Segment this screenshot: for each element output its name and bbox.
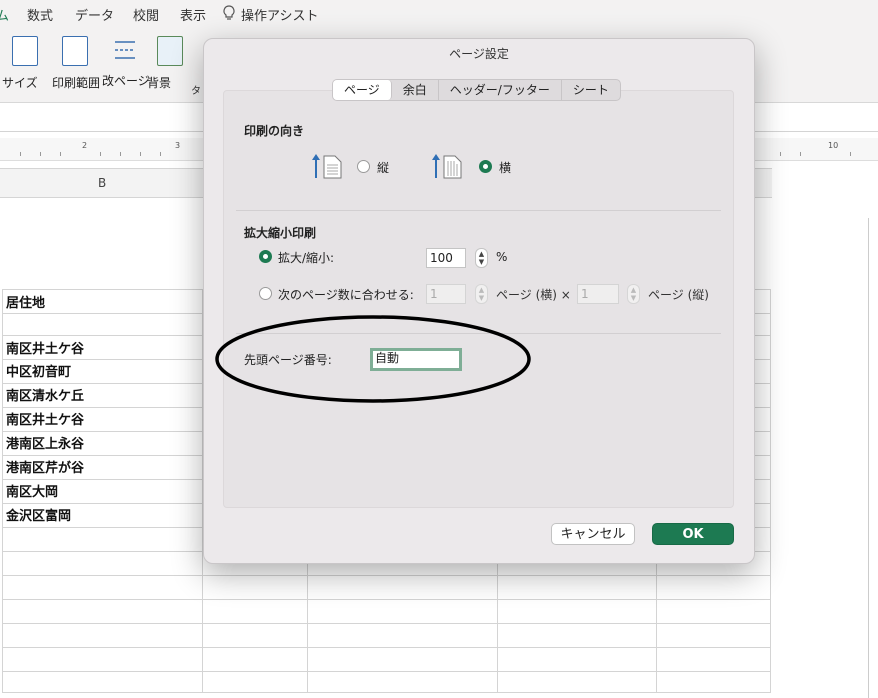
percent-label: %: [496, 250, 508, 264]
menu-item-assist[interactable]: 操作アシスト: [241, 5, 318, 24]
cell[interactable]: 南区井土ケ谷: [6, 409, 84, 428]
tab-sheet[interactable]: シート: [562, 80, 620, 100]
cancel-button[interactable]: キャンセル: [551, 523, 635, 545]
landscape-label: 横: [499, 161, 512, 175]
fit-to-label: 次のページ数に合わせる:: [278, 288, 414, 302]
fit-tall-input[interactable]: 1: [577, 284, 619, 304]
cell[interactable]: 南区井土ケ谷: [6, 338, 84, 357]
cell[interactable]: 港南区上永谷: [6, 433, 84, 452]
cell[interactable]: 南区清水ケ丘: [6, 385, 84, 404]
ribbon-partial-label: タ: [191, 86, 201, 97]
section-divider: [236, 210, 721, 211]
dialog-title: ページ設定: [449, 47, 509, 61]
zoom-label: 拡大/縮小:: [278, 251, 335, 265]
cell[interactable]: 居住地: [6, 292, 45, 311]
ruler-number: 2: [82, 141, 88, 150]
portrait-label: 縦: [377, 161, 390, 175]
lightbulb-icon: [222, 5, 236, 25]
background-image-icon: [157, 36, 183, 66]
tab-margins[interactable]: 余白: [392, 80, 439, 100]
fit-wide-input[interactable]: 1: [426, 284, 466, 304]
page-setup-dialog: ページ設定 印刷の向き 縦 横 拡大縮小印刷 拡大/縮小: 100 ▲ ▼ % …: [203, 38, 755, 564]
portrait-page-icon: [312, 153, 346, 183]
ok-button[interactable]: OK: [652, 523, 734, 545]
landscape-radio[interactable]: [479, 160, 492, 173]
cell[interactable]: 中区初音町: [6, 361, 71, 380]
ribbon-background-button[interactable]: 背景: [147, 36, 193, 90]
cell[interactable]: 金沢区富岡: [6, 505, 71, 524]
ruler-number: 3: [175, 141, 181, 150]
scaling-heading: 拡大縮小印刷: [244, 226, 317, 240]
ribbon-print-area-button[interactable]: 印刷範囲: [52, 36, 100, 90]
menu-item-formulas[interactable]: 数式: [27, 5, 53, 24]
page-size-icon: [12, 36, 38, 66]
cell[interactable]: 南区大岡: [6, 481, 58, 500]
page-break-icon: [113, 36, 137, 64]
cell[interactable]: 港南区芹が谷: [6, 457, 84, 476]
ribbon-size-button[interactable]: サイズ: [2, 36, 48, 90]
annotation-ellipse: [215, 315, 531, 403]
ribbon-page-break-button[interactable]: 改ページ: [102, 36, 150, 88]
menu-item-review[interactable]: 校閲: [133, 5, 159, 24]
tab-header-footer[interactable]: ヘッダー/フッター: [439, 80, 562, 100]
print-area-icon: [62, 36, 88, 66]
fit-tall-stepper[interactable]: ▲ ▼: [627, 284, 640, 304]
fit-tall-label: ページ (縦): [648, 288, 709, 302]
ribbon-size-label: サイズ: [2, 76, 38, 90]
landscape-page-icon: [432, 153, 466, 183]
tab-page[interactable]: ページ: [333, 80, 392, 100]
zoom-input[interactable]: 100: [426, 248, 466, 268]
fit-wide-label: ページ (横) ×: [496, 288, 571, 302]
fit-wide-stepper[interactable]: ▲ ▼: [475, 284, 488, 304]
ribbon-page-break-label: 改ページ: [102, 74, 150, 88]
column-header-b[interactable]: B: [98, 176, 106, 190]
menu-bar: ム 数式 データ 校閲 表示 操作アシスト: [0, 0, 878, 26]
tab-bar: ページ 余白 ヘッダー/フッター シート: [332, 79, 621, 101]
zoom-radio[interactable]: [259, 250, 272, 263]
fit-to-radio[interactable]: [259, 287, 272, 300]
menu-item-data[interactable]: データ: [75, 5, 114, 24]
ribbon-background-label: 背景: [147, 76, 172, 90]
orientation-heading: 印刷の向き: [244, 124, 305, 138]
ruler-number: 10: [828, 141, 839, 150]
tab-panel: 印刷の向き 縦 横 拡大縮小印刷 拡大/縮小: 100 ▲ ▼ % 次のページ数…: [223, 90, 734, 508]
ribbon-print-area-label: 印刷範囲: [52, 76, 101, 90]
menu-item-partial[interactable]: ム: [0, 5, 9, 24]
zoom-stepper[interactable]: ▲ ▼: [475, 248, 488, 268]
portrait-radio[interactable]: [357, 160, 370, 173]
menu-item-view[interactable]: 表示: [180, 5, 206, 24]
